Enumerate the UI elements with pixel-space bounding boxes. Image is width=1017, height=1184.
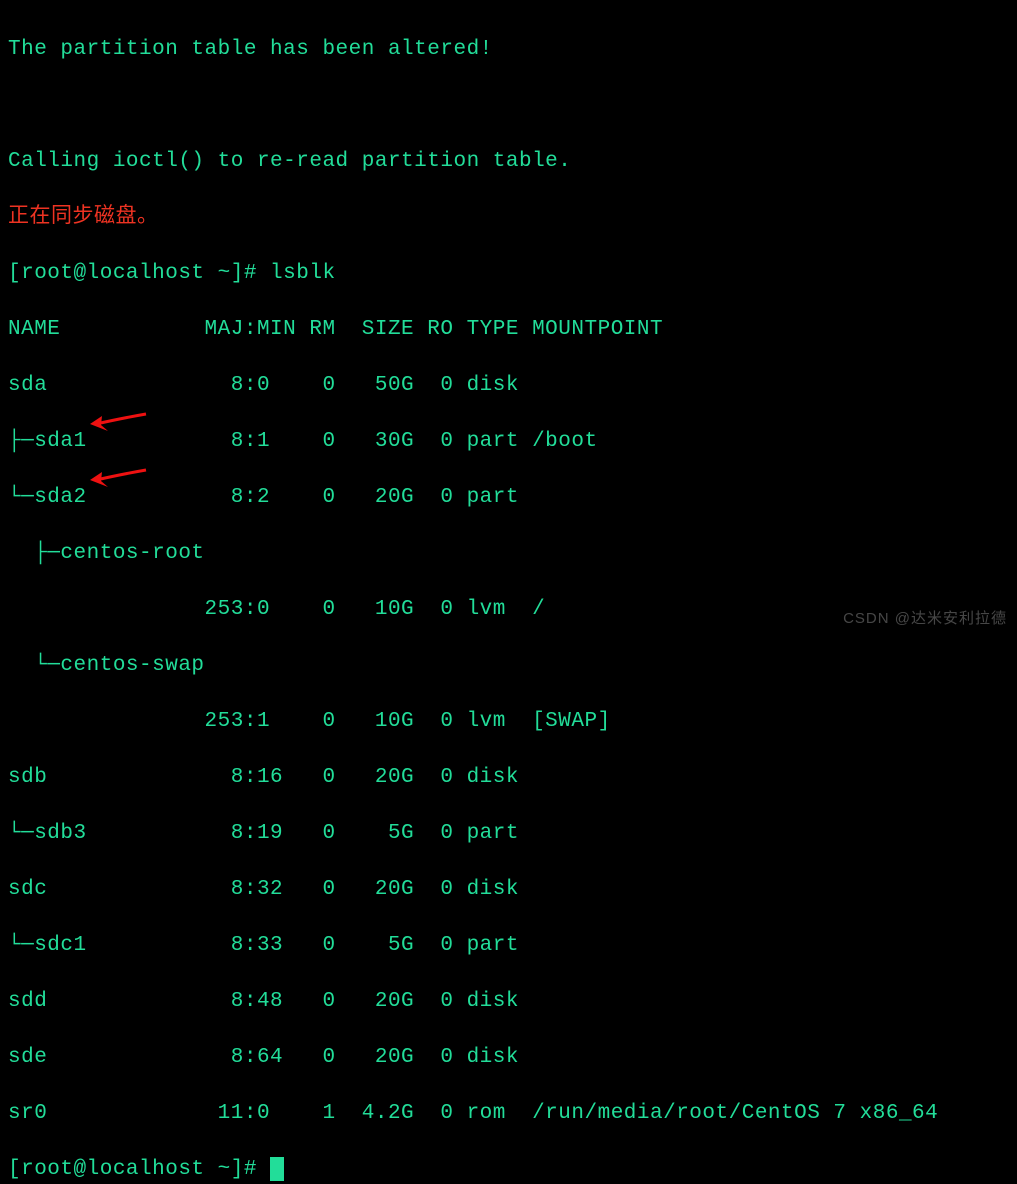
lsblk-row-centos-root-label: ├─centos-root [8,542,205,565]
sync-disk-message: 正在同步磁盘。 [8,206,159,229]
shell-prompt-idle: [root@localhost ~]# [8,1158,270,1181]
lsblk-row-sde: sde 8:64 0 20G 0 disk [8,1046,532,1069]
lsblk-row-sr0: sr0 11:0 1 4.2G 0 rom /run/media/root/Ce… [8,1102,938,1125]
lsblk-row-centos-swap: 253:1 0 10G 0 lvm [SWAP] [8,710,611,733]
lsblk-row-sda: sda 8:0 0 50G 0 disk [8,374,532,397]
lsblk-row-sda2: └─sda2 8:2 0 20G 0 part [8,486,532,509]
fdisk-message: The partition table has been altered! [8,38,493,61]
lsblk-row-sdb: sdb 8:16 0 20G 0 disk [8,766,532,789]
watermark-text: CSDN @达米安利拉德 [843,605,1007,633]
lsblk-row-sdb3: └─sdb3 8:19 0 5G 0 part [8,822,532,845]
lsblk-row-sdd: sdd 8:48 0 20G 0 disk [8,990,532,1013]
lsblk-row-sdc: sdc 8:32 0 20G 0 disk [8,878,532,901]
lsblk-row-sdc1: └─sdc1 8:33 0 5G 0 part [8,934,532,957]
terminal-output[interactable]: The partition table has been altered! Ca… [0,0,1017,1184]
shell-prompt-lsblk: [root@localhost ~]# lsblk [8,262,336,285]
ioctl-message: Calling ioctl() to re-read partition tab… [8,150,571,173]
lsblk-header: NAME MAJ:MIN RM SIZE RO TYPE MOUNTPOINT [8,318,663,341]
lsblk-row-centos-root: 253:0 0 10G 0 lvm / [8,598,545,621]
cursor-icon [270,1157,284,1181]
lsblk-row-sda1: ├─sda1 8:1 0 30G 0 part /boot [8,430,598,453]
lsblk-row-centos-swap-label: └─centos-swap [8,654,205,677]
